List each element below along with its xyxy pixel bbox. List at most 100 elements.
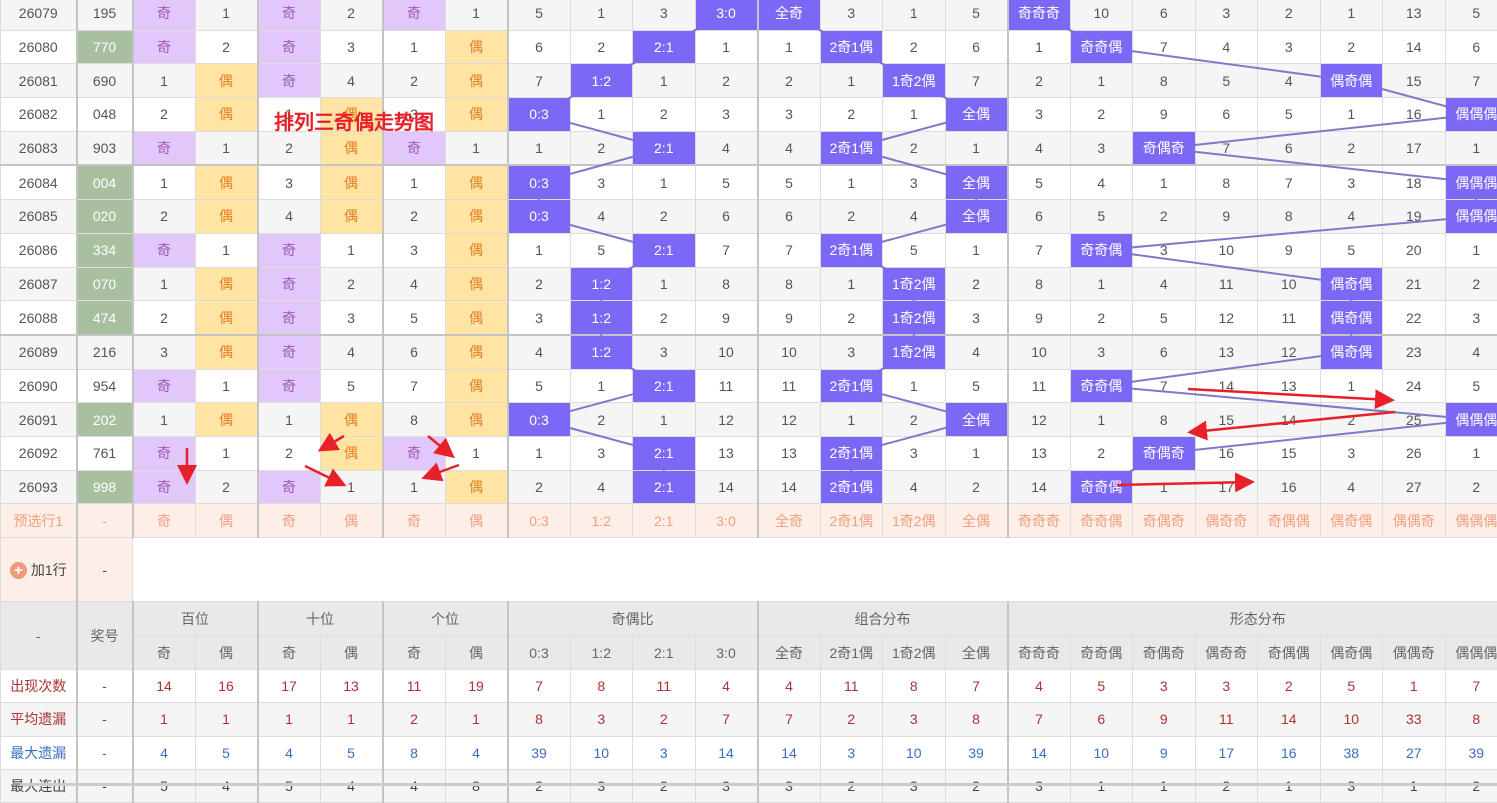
cell-tens-even: 1 bbox=[320, 233, 383, 267]
stats-number: - bbox=[77, 703, 133, 736]
table-row: 260912021偶1偶8偶0:321121212全偶12181514225偶偶… bbox=[1, 403, 1497, 437]
stat-value: 4 bbox=[320, 769, 383, 802]
preselect-option-oeo[interactable]: 奇偶奇 bbox=[1133, 504, 1196, 538]
cell-ratio-0-3: 5 bbox=[508, 0, 571, 30]
cell-ratio-3-0: 10 bbox=[695, 335, 758, 369]
preselect-option-eeo[interactable]: 偶偶奇 bbox=[1383, 504, 1446, 538]
stat-value: 38 bbox=[1320, 736, 1383, 769]
cell-oee: 4 bbox=[1258, 64, 1321, 98]
cell-ooo: 奇奇奇 bbox=[1008, 0, 1071, 30]
cell-tens-even: 2 bbox=[320, 267, 383, 301]
preselect-option-eee[interactable]: 偶偶偶 bbox=[1445, 504, 1497, 538]
hit-label: 偶偶偶 bbox=[1455, 208, 1497, 224]
cell-tens-odd: 奇 bbox=[258, 267, 321, 301]
cell-eee: 偶偶偶 bbox=[1445, 98, 1497, 132]
cell-ooo: 4 bbox=[1008, 131, 1071, 165]
stat-value: 4 bbox=[445, 736, 508, 769]
cell-ratio-0-3: 5 bbox=[508, 369, 571, 403]
cell-ratio-2-1: 2:1 bbox=[633, 30, 696, 64]
preselect-option-two-odd-one-even[interactable]: 2奇1偶 bbox=[820, 504, 883, 538]
cell-tens-even: 偶 bbox=[320, 131, 383, 165]
cell-units-odd: 1 bbox=[383, 165, 446, 199]
preselect-option-ooo[interactable]: 奇奇奇 bbox=[1008, 504, 1071, 538]
cell-one-odd-two-even: 1奇2偶 bbox=[883, 267, 946, 301]
cell-eoo: 11 bbox=[1195, 267, 1258, 301]
cell-ratio-0-3: 0:3 bbox=[508, 403, 571, 437]
period-cell: 26087 bbox=[1, 267, 77, 301]
cell-hundreds-even: 2 bbox=[195, 30, 258, 64]
stat-value: 8 bbox=[1445, 703, 1497, 736]
stats-number: - bbox=[77, 769, 133, 802]
cell-all-odd: 13 bbox=[758, 436, 821, 470]
cell-all-even: 全偶 bbox=[945, 165, 1008, 199]
preselect-option-all-odd[interactable]: 全奇 bbox=[758, 504, 821, 538]
preselect-option-tens-even[interactable]: 偶 bbox=[320, 504, 383, 538]
cell-hundreds-even: 偶 bbox=[195, 403, 258, 437]
cell-ratio-1-2: 1 bbox=[570, 98, 633, 132]
preselect-option-ratio-1-2[interactable]: 1:2 bbox=[570, 504, 633, 538]
add-row-button[interactable]: +加1行 bbox=[1, 538, 77, 602]
stats-label: 最大遗漏 bbox=[1, 736, 77, 769]
preselect-option-oee[interactable]: 奇偶偶 bbox=[1258, 504, 1321, 538]
header-group: 奇偶比 bbox=[508, 602, 758, 636]
preselect-option-units-odd[interactable]: 奇 bbox=[383, 504, 446, 538]
cell-units-even: 偶 bbox=[445, 369, 508, 403]
stats-number: - bbox=[77, 736, 133, 769]
stat-value: 10 bbox=[1070, 736, 1133, 769]
draw-number-cell: 474 bbox=[77, 301, 133, 335]
preselect-option-eoo[interactable]: 偶奇奇 bbox=[1195, 504, 1258, 538]
cell-two-odd-one-even: 1 bbox=[820, 165, 883, 199]
cell-eeo: 17 bbox=[1383, 131, 1446, 165]
cell-eoo: 17 bbox=[1195, 470, 1258, 504]
hit-label: 0:3 bbox=[529, 208, 548, 224]
hit-label: 2:1 bbox=[654, 479, 673, 495]
preselect-option-tens-odd[interactable]: 奇 bbox=[258, 504, 321, 538]
cell-all-even: 全偶 bbox=[945, 98, 1008, 132]
cell-hundreds-even: 偶 bbox=[195, 267, 258, 301]
preselect-option-units-even[interactable]: 偶 bbox=[445, 504, 508, 538]
preselect-option-all-even[interactable]: 全偶 bbox=[945, 504, 1008, 538]
cell-all-even: 6 bbox=[945, 30, 1008, 64]
cell-ratio-0-3: 6 bbox=[508, 30, 571, 64]
cell-oeo: 2 bbox=[1133, 200, 1196, 234]
cell-eoo: 4 bbox=[1195, 30, 1258, 64]
cell-hundreds-even: 偶 bbox=[195, 64, 258, 98]
cell-hundreds-odd: 2 bbox=[133, 301, 196, 335]
cell-ratio-0-3: 2 bbox=[508, 267, 571, 301]
cell-units-odd: 3 bbox=[383, 233, 446, 267]
cell-eee: 1 bbox=[1445, 233, 1497, 267]
preselect-option-hundreds-even[interactable]: 偶 bbox=[195, 504, 258, 538]
preselect-option-eoe[interactable]: 偶奇偶 bbox=[1320, 504, 1383, 538]
stat-value: 2 bbox=[508, 769, 571, 802]
hit-label: 全偶 bbox=[962, 106, 990, 122]
hit-label: 2奇1偶 bbox=[829, 39, 873, 55]
cell-tens-odd: 奇 bbox=[258, 64, 321, 98]
stat-value: 5 bbox=[1070, 670, 1133, 703]
cell-eoo: 8 bbox=[1195, 165, 1258, 199]
cell-hundreds-even: 1 bbox=[195, 233, 258, 267]
header-group: 百位 bbox=[133, 602, 258, 636]
stat-value: 39 bbox=[945, 736, 1008, 769]
preselect-option-ratio-0-3[interactable]: 0:3 bbox=[508, 504, 571, 538]
cell-one-odd-two-even: 1 bbox=[883, 369, 946, 403]
hit-label: 1:2 bbox=[592, 73, 611, 89]
stats-row: 平均遗漏-11112183277238769111410338 bbox=[1, 703, 1497, 736]
stat-value: 8 bbox=[383, 736, 446, 769]
preselect-option-ratio-3-0[interactable]: 3:0 bbox=[695, 504, 758, 538]
cell-eoe: 2 bbox=[1320, 30, 1383, 64]
cell-two-odd-one-even: 2奇1偶 bbox=[820, 233, 883, 267]
cell-eee: 偶偶偶 bbox=[1445, 200, 1497, 234]
preselect-option-hundreds-odd[interactable]: 奇 bbox=[133, 504, 196, 538]
cell-tens-odd: 奇 bbox=[258, 301, 321, 335]
preselect-option-one-odd-two-even[interactable]: 1奇2偶 bbox=[883, 504, 946, 538]
cell-hundreds-odd: 奇 bbox=[133, 369, 196, 403]
cell-eeo: 20 bbox=[1383, 233, 1446, 267]
period-cell: 26089 bbox=[1, 335, 77, 369]
preselect-option-ooe[interactable]: 奇奇偶 bbox=[1070, 504, 1133, 538]
cell-one-odd-two-even: 1 bbox=[883, 0, 946, 30]
preselect-option-ratio-2-1[interactable]: 2:1 bbox=[633, 504, 696, 538]
stat-value: 4 bbox=[195, 769, 258, 802]
cell-eee: 5 bbox=[1445, 369, 1497, 403]
cell-oee: 16 bbox=[1258, 470, 1321, 504]
cell-two-odd-one-even: 2奇1偶 bbox=[820, 131, 883, 165]
